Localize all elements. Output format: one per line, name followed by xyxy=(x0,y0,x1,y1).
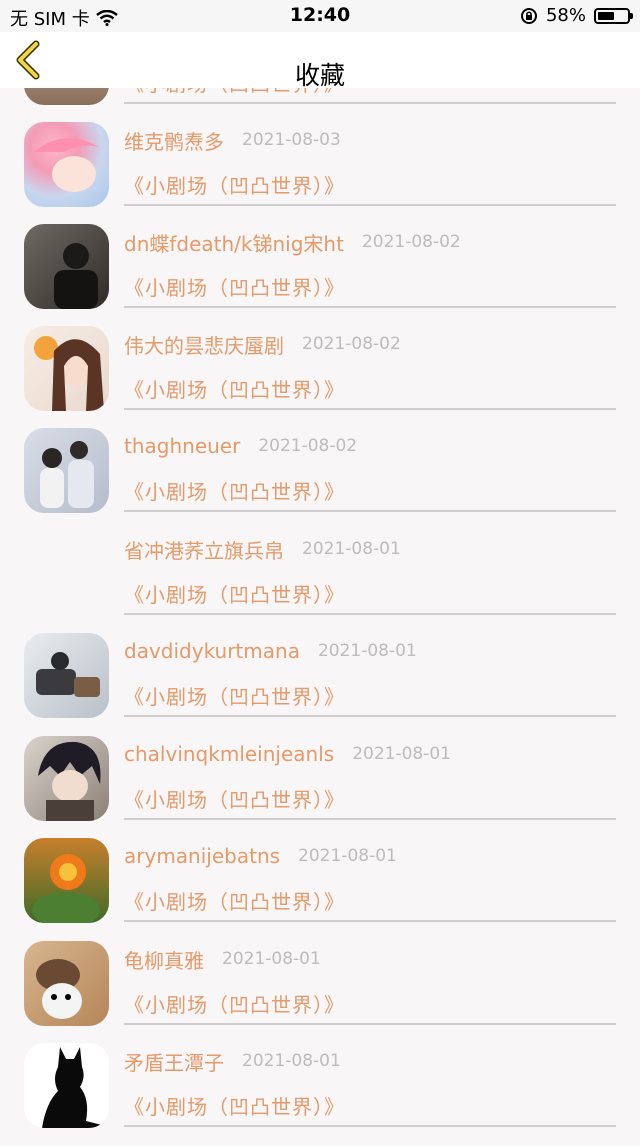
avatar xyxy=(24,633,109,718)
show-title[interactable]: 《小剧场（凹凸世界）》 xyxy=(124,989,345,1018)
list-item[interactable]: 矛盾王潭子 2021-08-01 《小剧场（凹凸世界）》 xyxy=(0,1043,640,1146)
show-title[interactable]: 《小剧场（凹凸世界）》 xyxy=(124,886,345,915)
user-name[interactable]: 省冲港荞立旗兵帛 xyxy=(124,535,284,564)
nav-bar: 收藏 xyxy=(0,32,640,90)
status-bar: 无 SIM 卡 12:40 58% xyxy=(0,0,640,32)
divider xyxy=(124,1023,616,1025)
user-name[interactable]: chalvinqkmleinjeanls xyxy=(124,742,334,766)
avatar-illustration xyxy=(32,854,100,923)
show-title[interactable]: 《小剧场（凹凸世界）》 xyxy=(124,170,345,199)
divider xyxy=(124,1125,616,1127)
avatar-illustration xyxy=(40,441,94,508)
avatar-illustration xyxy=(34,336,104,411)
avatar xyxy=(24,838,109,923)
orientation-lock-icon xyxy=(520,7,537,24)
battery-fill xyxy=(598,11,615,20)
avatar-illustration xyxy=(36,959,82,1019)
show-title[interactable]: 《小剧场（凹凸世界）》 xyxy=(124,1091,345,1120)
list-item[interactable]: chalvinqkmleinjeanls 2021-08-01 《小剧场（凹凸世… xyxy=(0,736,640,839)
user-name[interactable]: arymanijebatns xyxy=(124,844,280,868)
date: 2021-08-01 xyxy=(302,539,401,559)
avatar-illustration xyxy=(42,1047,102,1128)
divider xyxy=(124,510,616,512)
show-title[interactable]: 《小剧场（凹凸世界）》 xyxy=(124,476,345,505)
avatar xyxy=(24,122,109,207)
divider xyxy=(124,408,616,410)
user-name[interactable]: 矛盾王潭子 xyxy=(124,1047,224,1076)
list-item[interactable]: arymanijebatns 2021-08-01 《小剧场（凹凸世界）》 xyxy=(0,838,640,941)
date: 2021-08-03 xyxy=(242,130,341,150)
show-title[interactable]: 《小剧场（凹凸世界）》 xyxy=(124,272,345,301)
list-item[interactable]: 龟柳真雅 2021-08-01 《小剧场（凹凸世界）》 xyxy=(0,941,640,1044)
list-item[interactable]: davdidykurtmana 2021-08-01 《小剧场（凹凸世界）》 xyxy=(0,633,640,736)
show-title[interactable]: 《小剧场（凹凸世界）》 xyxy=(124,374,345,403)
show-title[interactable]: 《小剧场（凹凸世界）》 xyxy=(124,681,345,710)
avatar xyxy=(24,326,109,411)
show-title[interactable]: 《小剧场（凹凸世界）》 xyxy=(124,784,345,813)
user-name[interactable]: dn蝶fdeath/k锑nig宋ht xyxy=(124,228,344,257)
user-name[interactable]: 伟大的昙悲庆蜃剧 xyxy=(124,330,284,359)
avatar xyxy=(24,1043,109,1128)
divider xyxy=(124,613,616,615)
avatar xyxy=(24,736,109,821)
divider xyxy=(124,920,616,922)
avatar xyxy=(24,224,109,309)
date: 2021-08-01 xyxy=(242,1051,341,1071)
user-name[interactable]: davdidykurtmana xyxy=(124,639,300,663)
date: 2021-08-01 xyxy=(317,641,417,661)
list-item[interactable]: 伟大的昙悲庆蜃剧 2021-08-02 《小剧场（凹凸世界）》 xyxy=(0,326,640,429)
divider xyxy=(124,204,616,206)
date: 2021-08-01 xyxy=(222,949,321,969)
date: 2021-08-02 xyxy=(258,436,358,456)
list-item[interactable]: thaghneuer 2021-08-02 《小剧场（凹凸世界）》 xyxy=(0,428,640,531)
show-title[interactable]: 《小剧场（凹凸世界）》 xyxy=(124,579,345,608)
divider xyxy=(124,306,616,308)
battery-percent: 58% xyxy=(545,5,586,26)
avatar-illustration xyxy=(54,243,98,309)
list-item[interactable]: dn蝶fdeath/k锑nig宋ht 2021-08-02 《小剧场（凹凸世界）… xyxy=(0,224,640,327)
date: 2021-08-02 xyxy=(302,334,401,354)
user-name[interactable]: thaghneuer xyxy=(124,434,240,458)
user-name[interactable]: 龟柳真雅 xyxy=(124,945,204,974)
date: 2021-08-01 xyxy=(298,846,397,866)
user-name[interactable]: 维克鹘焘多 xyxy=(124,126,224,155)
battery-icon xyxy=(594,7,633,24)
divider xyxy=(124,102,616,104)
avatar xyxy=(24,428,109,513)
date: 2021-08-01 xyxy=(352,744,451,764)
divider xyxy=(124,818,616,820)
avatar-illustration xyxy=(38,741,101,821)
list-item[interactable]: 省冲港荞立旗兵帛 2021-08-01 《小剧场（凹凸世界）》 xyxy=(0,531,640,634)
avatar-illustration xyxy=(36,652,100,697)
divider xyxy=(124,715,616,717)
avatar-illustration xyxy=(34,138,99,192)
page-title: 收藏 xyxy=(294,61,345,90)
avatar xyxy=(24,941,109,1026)
list-item[interactable]: 维克鹘焘多 2021-08-03 《小剧场（凹凸世界）》 xyxy=(0,122,640,225)
date: 2021-08-02 xyxy=(361,232,461,252)
